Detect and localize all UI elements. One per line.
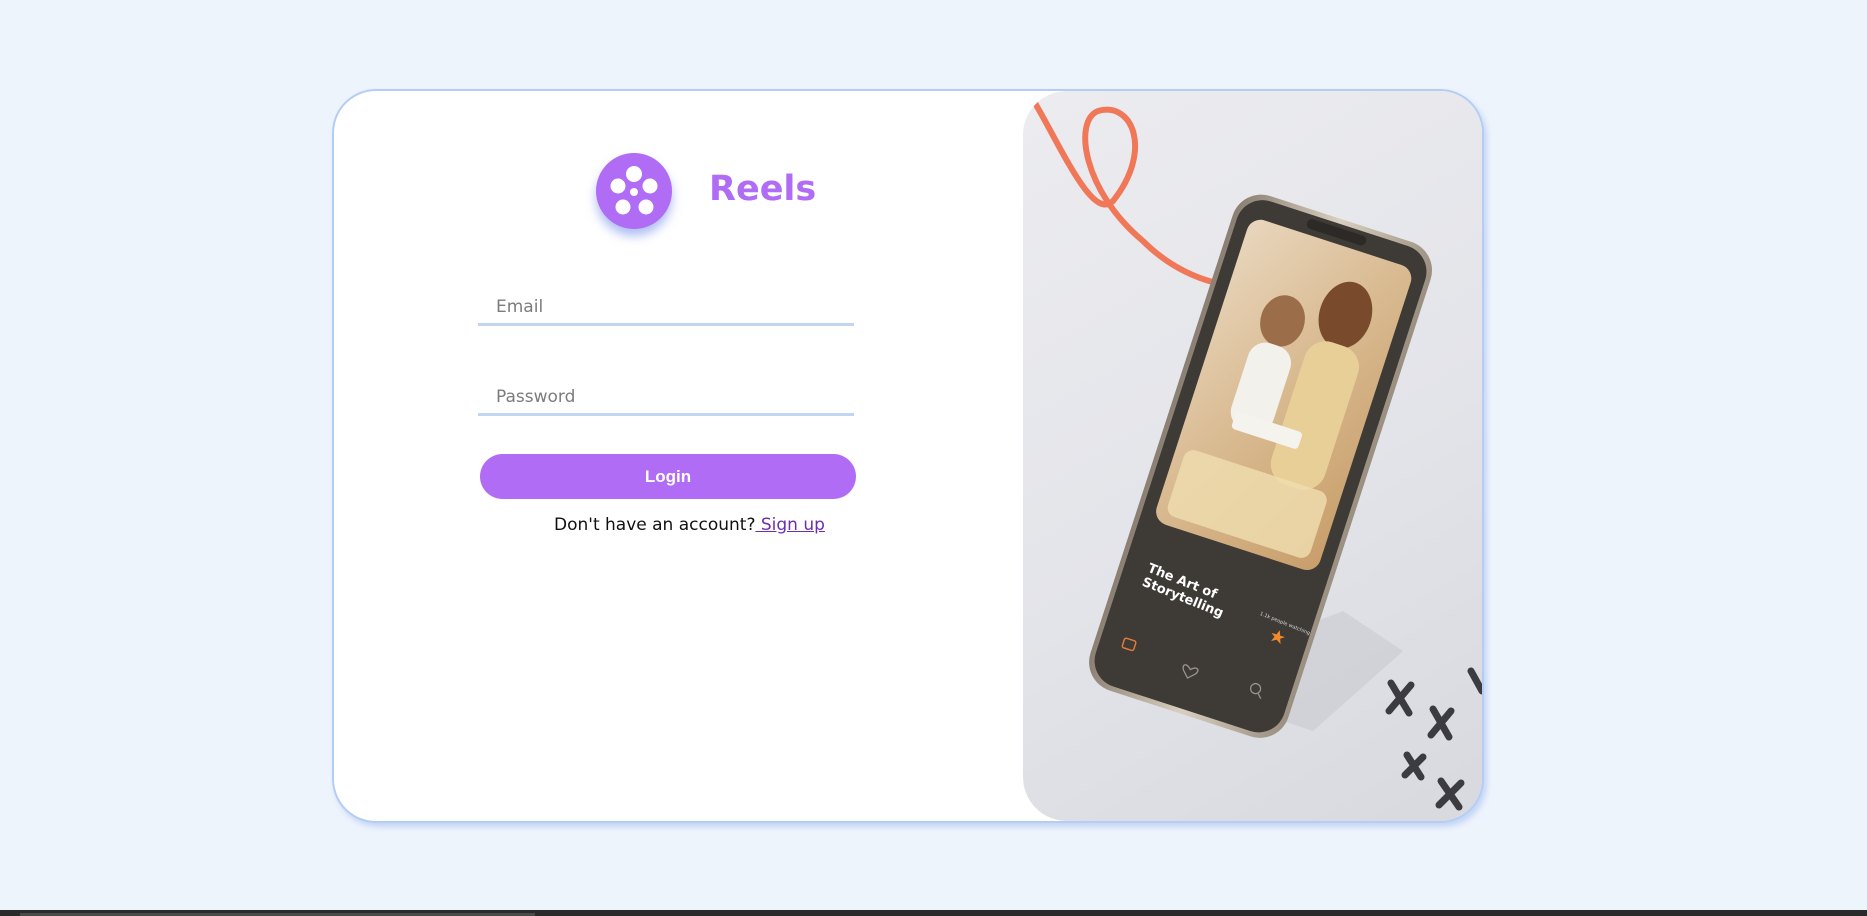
- login-pane: Reels Login Don't have an account? Sign …: [334, 91, 1024, 821]
- signup-link[interactable]: Sign up: [755, 515, 825, 535]
- login-button[interactable]: Login: [480, 454, 856, 499]
- x-marks-decoration: [1385, 667, 1482, 811]
- taskbar-strip: [0, 910, 1867, 916]
- page: Reels Login Don't have an account? Sign …: [0, 0, 1867, 916]
- brand-logo: Reels: [596, 153, 856, 233]
- film-reel-icon: [596, 153, 672, 229]
- password-field[interactable]: [478, 380, 854, 416]
- app-name: Reels: [709, 169, 817, 209]
- ribbon-decoration: [1032, 100, 1236, 289]
- email-field[interactable]: [478, 290, 854, 326]
- promo-illustration: [1032, 100, 1482, 811]
- signup-prompt: Don't have an account? Sign up: [554, 515, 854, 535]
- promo-image: The Art of Storytelling 1.1k people watc…: [1023, 91, 1482, 821]
- signup-prompt-text: Don't have an account?: [554, 515, 756, 535]
- login-card: Reels Login Don't have an account? Sign …: [332, 89, 1484, 823]
